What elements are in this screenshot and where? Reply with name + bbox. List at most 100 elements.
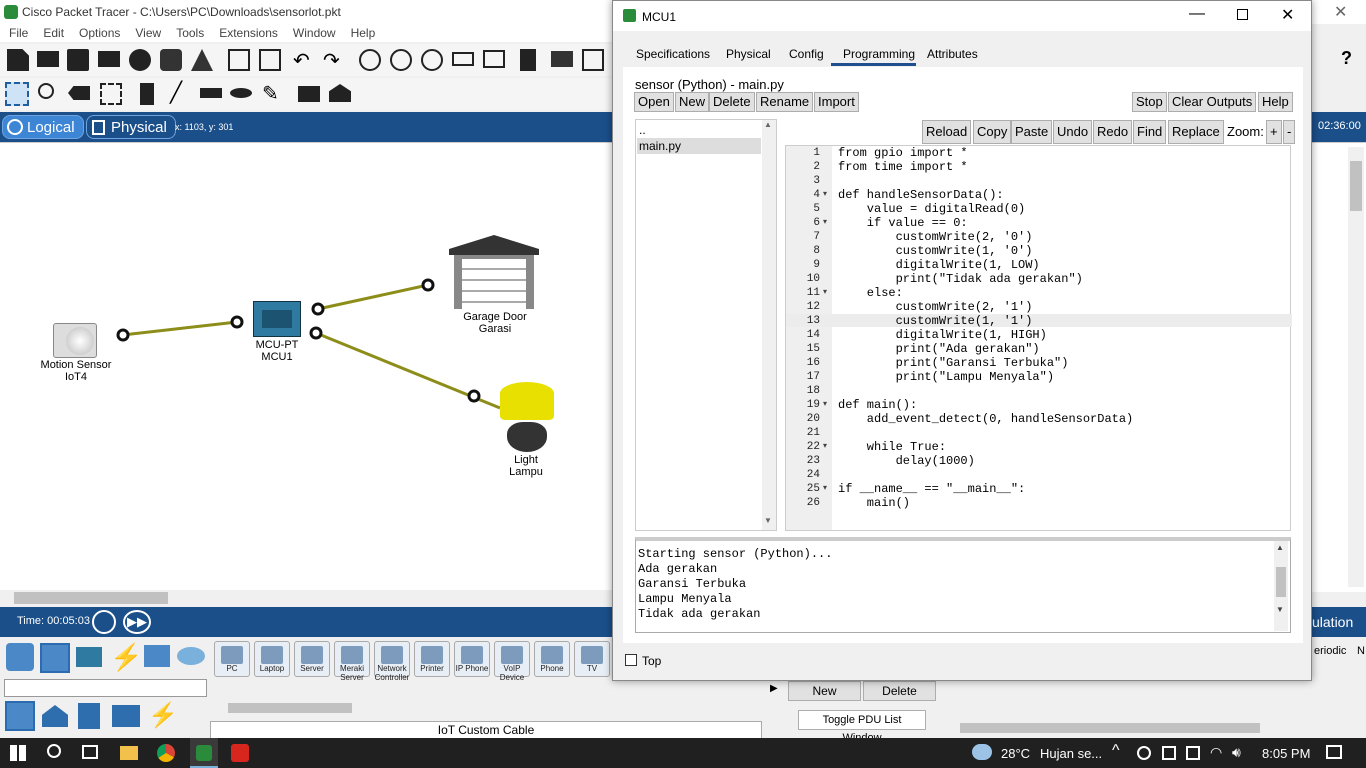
network-wizard-icon[interactable]	[160, 49, 182, 71]
motion-sensor-device[interactable]	[53, 323, 97, 358]
fold-toggle-icon[interactable]: ▾	[823, 287, 827, 296]
device-list-icon[interactable]	[551, 51, 573, 67]
tray-app-icon-3[interactable]	[1186, 746, 1200, 760]
fold-toggle-icon[interactable]: ▾	[823, 483, 827, 492]
paste-icon[interactable]	[259, 49, 281, 71]
chrome-icon[interactable]	[157, 744, 175, 762]
notifications-icon[interactable]	[1326, 745, 1342, 759]
top-checkbox[interactable]	[625, 654, 637, 666]
fold-toggle-icon[interactable]: ▾	[823, 441, 827, 450]
menu-edit[interactable]: Edit	[43, 24, 64, 42]
open-folder-icon[interactable]	[37, 51, 59, 67]
file-explorer-icon[interactable]	[120, 746, 138, 760]
network-devices-icon[interactable]	[6, 643, 34, 671]
minimize-icon[interactable]: —	[1189, 5, 1205, 23]
start-icon[interactable]	[10, 745, 26, 761]
tray-chevron-icon[interactable]: ^	[1112, 742, 1120, 760]
tray-app-icon-1[interactable]	[1137, 746, 1151, 760]
file-list-scrollbar[interactable]: ▲ ▼	[762, 120, 776, 530]
simulation-tab[interactable]: ulation	[1312, 614, 1353, 630]
device-search-input[interactable]	[4, 679, 207, 697]
inspect-icon[interactable]	[38, 83, 54, 99]
help-button[interactable]: Help	[1258, 92, 1293, 112]
redo-icon[interactable]: ↷	[323, 48, 340, 73]
volume-icon[interactable]: 🔊︎	[1232, 744, 1241, 761]
output-scroll-down-icon[interactable]: ▼	[1276, 605, 1284, 614]
menu-extensions[interactable]: Extensions	[219, 24, 278, 42]
info-icon[interactable]	[129, 49, 151, 71]
canvas-vertical-scrollbar[interactable]	[1348, 147, 1364, 587]
menu-tools[interactable]: Tools	[176, 24, 204, 42]
task-view-icon[interactable]	[82, 745, 98, 759]
canvas-horizontal-scrollbar[interactable]	[0, 590, 612, 606]
tab-physical[interactable]: Physical	[726, 47, 771, 61]
paste-button[interactable]: Paste	[1011, 120, 1053, 144]
fold-toggle-icon[interactable]: ▾	[823, 189, 827, 198]
import-button[interactable]: Import	[814, 92, 859, 112]
industrial-icon[interactable]	[112, 705, 140, 727]
delete-icon[interactable]	[68, 86, 90, 100]
screenshot-icon[interactable]	[582, 49, 604, 71]
connections-icon[interactable]: ⚡	[110, 643, 142, 671]
add-complex-pdu-icon[interactable]	[329, 84, 351, 102]
search-icon[interactable]	[47, 744, 61, 758]
menu-file[interactable]: File	[9, 24, 28, 42]
zoom-reset-icon[interactable]	[390, 49, 412, 71]
physical-view-button[interactable]: Physical	[86, 115, 176, 139]
acrobat-icon[interactable]	[231, 744, 249, 762]
power-grid-icon[interactable]: ⚡	[148, 701, 178, 730]
menu-view[interactable]: View	[135, 24, 161, 42]
find-button[interactable]: Find	[1133, 120, 1167, 144]
clear-outputs-button[interactable]: Clear Outputs	[1168, 92, 1257, 112]
zoom-out-icon[interactable]	[421, 49, 443, 71]
components-icon[interactable]	[76, 647, 102, 667]
custom-device-icon[interactable]	[483, 50, 505, 68]
output-scrollbar[interactable]: ▲ ▼	[1274, 541, 1288, 631]
activity-wizard-icon[interactable]	[191, 49, 213, 71]
misc-icon[interactable]	[144, 645, 170, 667]
power-cycle-icon[interactable]	[92, 610, 116, 634]
new-button[interactable]: New	[675, 92, 710, 112]
taskbar-clock[interactable]: 8:05 PM	[1262, 746, 1310, 761]
pdu-new-button[interactable]: New	[788, 681, 861, 701]
help-icon[interactable]: ?	[1341, 48, 1352, 69]
freeform-icon[interactable]: ✎	[262, 81, 279, 106]
packet-tracer-taskbar-icon[interactable]	[190, 738, 218, 768]
new-file-icon[interactable]	[7, 49, 29, 71]
light-device[interactable]	[498, 382, 556, 452]
tab-specifications[interactable]: Specifications	[636, 47, 710, 61]
delete-button[interactable]: Delete	[709, 92, 755, 112]
wifi-icon[interactable]: ◠	[1210, 744, 1222, 761]
tab-config[interactable]: Config	[789, 47, 824, 61]
logical-view-button[interactable]: Logical	[2, 115, 84, 139]
toggle-pdu-list-button[interactable]: Toggle PDU List Window	[798, 710, 926, 744]
smart-city-icon[interactable]	[78, 703, 100, 729]
code-editor[interactable]: 1 from gpio import * 2 from time import * 3 4…	[785, 145, 1292, 531]
scroll-up-icon[interactable]: ▲	[764, 120, 772, 129]
home-icon[interactable]	[42, 705, 68, 727]
weather-text[interactable]: Hujan se...	[1040, 746, 1102, 761]
zoom-plus-button[interactable]: +	[1266, 120, 1282, 144]
end-devices-icon[interactable]	[40, 643, 70, 673]
pdu-list-scrollbar[interactable]	[944, 721, 1364, 735]
undo-icon[interactable]: ↶	[293, 48, 310, 73]
weather-temp[interactable]: 28°C	[1001, 746, 1030, 761]
menu-options[interactable]: Options	[79, 24, 120, 42]
device-list-scrollbar[interactable]	[212, 701, 760, 715]
resize-icon[interactable]	[100, 83, 122, 105]
copy-icon[interactable]	[228, 49, 250, 71]
menu-window[interactable]: Window	[293, 24, 336, 42]
add-simple-pdu-icon[interactable]	[298, 86, 320, 102]
stop-button[interactable]: Stop	[1132, 92, 1167, 112]
file-list-item-main[interactable]: main.py	[637, 138, 761, 154]
pdu-panel-toggle-icon[interactable]: ▶	[770, 683, 778, 694]
drawing-palette-icon[interactable]	[452, 52, 474, 66]
copy-button[interactable]: Copy	[973, 120, 1012, 144]
pdu-delete-button[interactable]: Delete	[863, 681, 936, 701]
main-close-icon[interactable]: ✕	[1334, 2, 1347, 22]
scroll-down-icon[interactable]: ▼	[764, 516, 772, 525]
zoom-minus-button[interactable]: -	[1283, 120, 1296, 144]
notes-icon[interactable]	[520, 49, 536, 71]
reload-button[interactable]: Reload	[922, 120, 972, 144]
mcu-device[interactable]	[253, 301, 301, 337]
